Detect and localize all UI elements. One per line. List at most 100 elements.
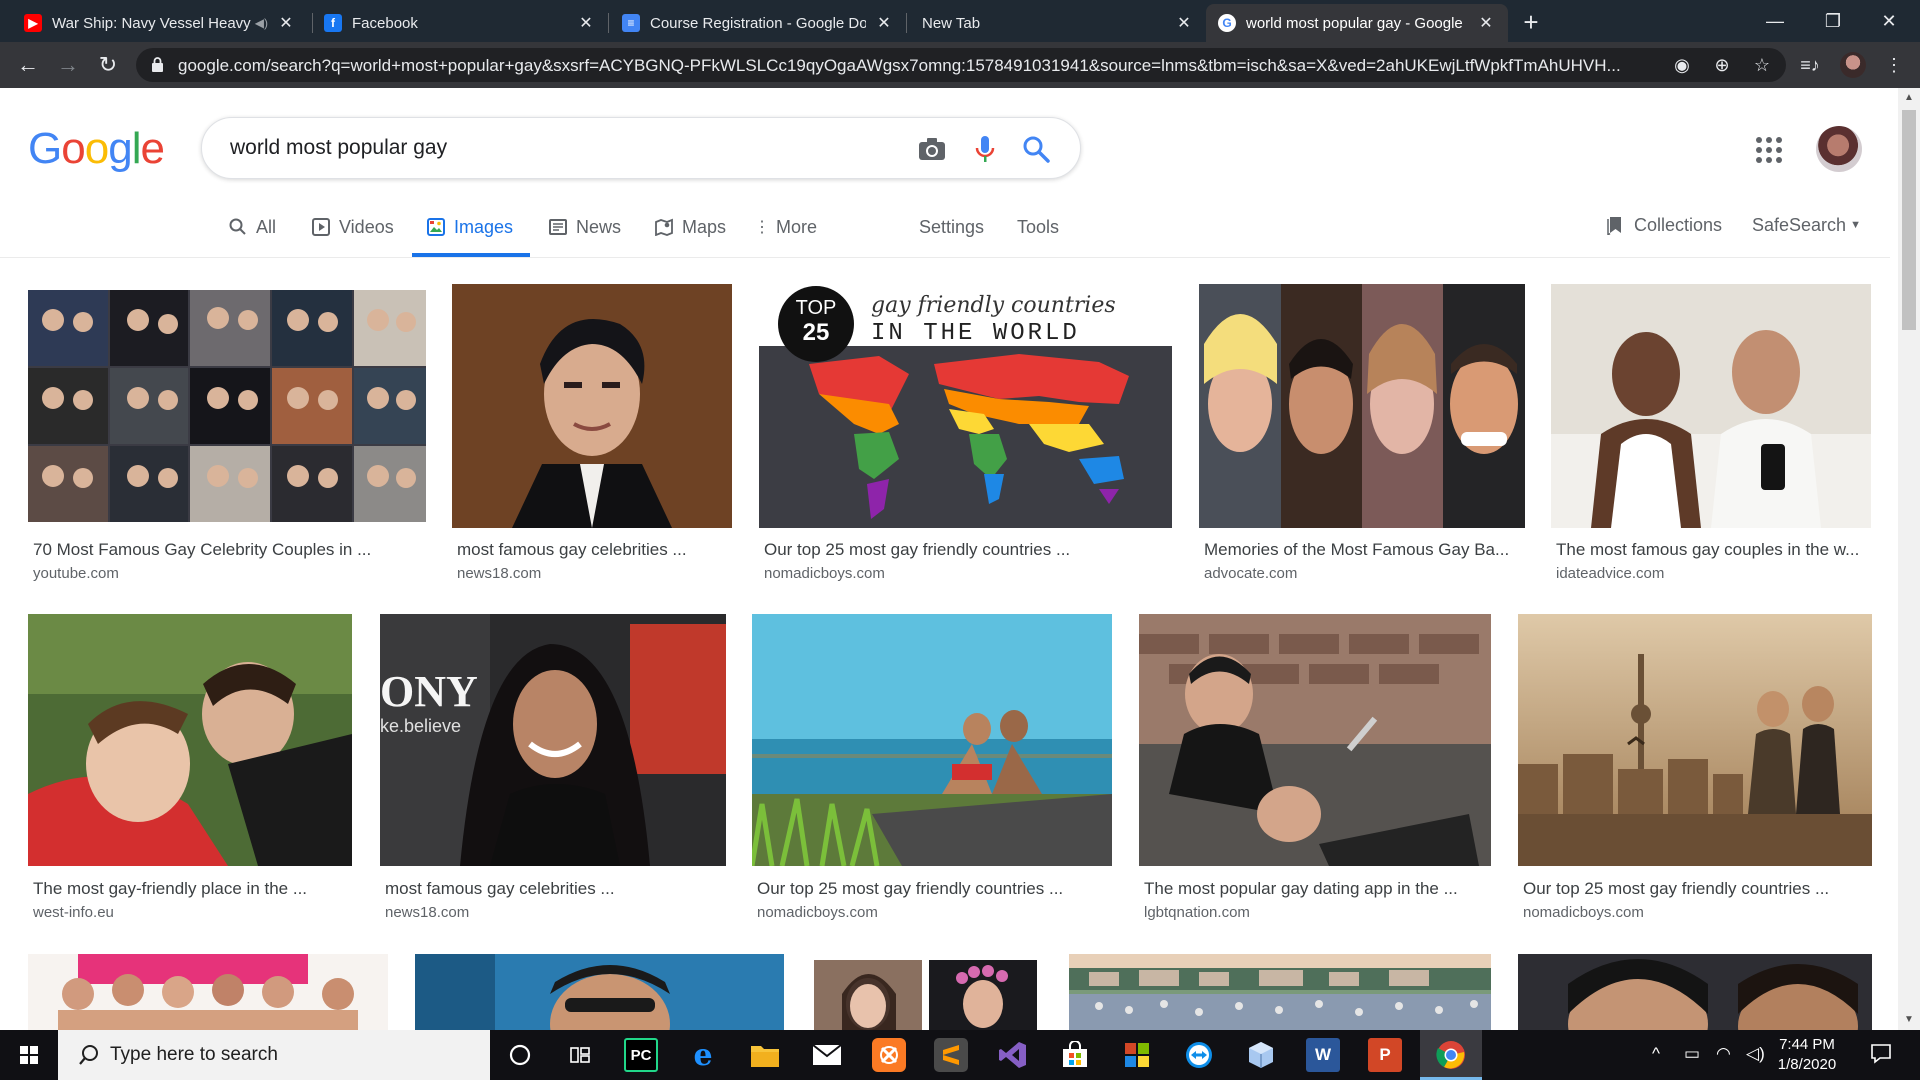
teamviewer-icon[interactable] xyxy=(1182,1038,1216,1072)
forward-button[interactable]: → xyxy=(52,49,84,81)
close-tab-icon[interactable]: ✕ xyxy=(576,13,596,33)
tab-videos[interactable]: Videos xyxy=(311,213,394,241)
task-view-icon[interactable] xyxy=(563,1038,597,1072)
browser-tab-facebook[interactable]: f Facebook ✕ xyxy=(312,4,608,42)
wifi-icon[interactable]: ◠ xyxy=(1716,1044,1731,1064)
file-explorer-icon[interactable] xyxy=(748,1038,782,1072)
reload-button[interactable]: ↻ xyxy=(92,49,124,81)
audio-playing-icon[interactable]: ◀) xyxy=(255,16,268,30)
result-title[interactable]: The most famous gay couples in the w... xyxy=(1556,540,1868,560)
result-source[interactable]: nomadicboys.com xyxy=(757,904,878,921)
word-icon[interactable]: W xyxy=(1306,1038,1340,1072)
result-source[interactable]: nomadicboys.com xyxy=(1523,904,1644,921)
menu-dots-icon[interactable]: ⋮ xyxy=(1880,51,1908,79)
result-thumbnail[interactable] xyxy=(1199,284,1525,528)
result-title[interactable]: The most gay-friendly place in the ... xyxy=(33,879,349,899)
winrar-icon[interactable] xyxy=(1120,1038,1154,1072)
page-scrollbar[interactable]: ▲ ▼ xyxy=(1898,88,1920,1030)
new-tab-button[interactable]: + xyxy=(1516,8,1546,38)
image-result[interactable]: Our top 25 most gay friendly countries .… xyxy=(752,614,1112,928)
image-result[interactable]: The most gay-friendly place in the ... w… xyxy=(28,614,352,928)
tab-images[interactable]: Images xyxy=(426,213,513,241)
image-result[interactable]: TOP 25 gay friendly countries IN THE WOR… xyxy=(759,284,1172,590)
location-target-icon[interactable]: ◉ xyxy=(1670,53,1694,77)
result-title[interactable]: Our top 25 most gay friendly countries .… xyxy=(1523,879,1869,899)
result-thumbnail[interactable] xyxy=(1139,614,1491,866)
tab-news[interactable]: News xyxy=(548,213,621,241)
result-source[interactable]: news18.com xyxy=(385,904,469,921)
taskbar-search-box[interactable]: Type here to search xyxy=(58,1030,490,1080)
close-tab-icon[interactable]: ✕ xyxy=(874,13,894,33)
close-tab-icon[interactable]: ✕ xyxy=(276,13,296,33)
scroll-down-arrow-icon[interactable]: ▼ xyxy=(1898,1010,1920,1030)
store-icon[interactable] xyxy=(1058,1038,1092,1072)
result-source[interactable]: youtube.com xyxy=(33,565,119,582)
result-thumbnail[interactable] xyxy=(452,284,732,528)
collections-link[interactable]: Collections xyxy=(1606,211,1722,239)
powerpoint-icon[interactable]: P xyxy=(1368,1038,1402,1072)
result-thumbnail[interactable] xyxy=(752,614,1112,866)
battery-icon[interactable]: ▭ xyxy=(1684,1044,1700,1064)
image-result[interactable]: The most popular gay dating app in the .… xyxy=(1139,614,1491,928)
xampp-icon[interactable] xyxy=(872,1038,906,1072)
profile-avatar[interactable] xyxy=(1840,52,1866,78)
result-thumbnail[interactable] xyxy=(1069,954,1491,1030)
tab-more[interactable]: ⋮ More xyxy=(754,213,817,241)
browser-tab-active[interactable]: G world most popular gay - Google ✕ xyxy=(1206,4,1508,42)
result-source[interactable]: nomadicboys.com xyxy=(764,565,885,582)
tab-tools[interactable]: Tools xyxy=(1017,213,1059,241)
safesearch-dropdown[interactable]: SafeSearch ▼ xyxy=(1752,211,1861,239)
search-box[interactable]: world most popular gay xyxy=(201,117,1081,179)
result-title[interactable]: Our top 25 most gay friendly countries .… xyxy=(764,540,1169,560)
google-logo[interactable]: Google xyxy=(28,124,165,174)
sublime-text-icon[interactable] xyxy=(934,1038,968,1072)
result-thumbnail[interactable]: TOP 25 gay friendly countries IN THE WOR… xyxy=(759,284,1172,528)
browser-tab-youtube[interactable]: ▶ War Ship: Navy Vessel Heavy ◀) ✕ xyxy=(12,4,308,42)
result-source[interactable]: idateadvice.com xyxy=(1556,565,1664,582)
browser-tab-new-tab[interactable]: New Tab ✕ xyxy=(910,4,1206,42)
image-result[interactable]: ONY ke.believe most famous gay celebriti… xyxy=(380,614,726,928)
google-apps-icon[interactable] xyxy=(1756,137,1786,167)
lock-icon[interactable] xyxy=(152,57,163,72)
pycharm-icon[interactable]: PC xyxy=(624,1038,658,1072)
back-button[interactable]: ← xyxy=(12,49,44,81)
microphone-icon[interactable] xyxy=(969,133,1001,165)
minimize-button[interactable]: — xyxy=(1752,6,1798,36)
windows-start-button[interactable] xyxy=(0,1030,58,1080)
image-result[interactable]: The most famous gay couples in the w... … xyxy=(1551,284,1871,590)
image-result[interactable] xyxy=(1069,954,1491,1030)
mail-icon[interactable] xyxy=(810,1038,844,1072)
notifications-icon[interactable] xyxy=(1870,1042,1892,1069)
close-window-button[interactable]: ✕ xyxy=(1866,6,1912,36)
result-thumbnail[interactable] xyxy=(1551,284,1871,528)
scroll-up-arrow-icon[interactable]: ▲ xyxy=(1898,88,1920,108)
visual-studio-icon[interactable] xyxy=(996,1038,1030,1072)
result-thumbnail[interactable] xyxy=(28,290,426,522)
image-result[interactable] xyxy=(1518,954,1872,1030)
show-hidden-icons-chevron-icon[interactable]: ^ xyxy=(1652,1044,1660,1064)
image-result[interactable]: Memories of the Most Famous Gay Ba... ad… xyxy=(1199,284,1525,590)
result-source[interactable]: advocate.com xyxy=(1204,565,1297,582)
result-thumbnail[interactable] xyxy=(1518,614,1872,866)
image-result[interactable]: most famous gay celebrities ... news18.c… xyxy=(452,284,732,590)
search-query[interactable]: world most popular gay xyxy=(230,136,447,160)
result-thumbnail[interactable] xyxy=(415,954,784,1030)
tab-settings[interactable]: Settings xyxy=(919,213,984,241)
result-title[interactable]: Memories of the Most Famous Gay Ba... xyxy=(1204,540,1522,560)
result-title[interactable]: 70 Most Famous Gay Celebrity Couples in … xyxy=(33,540,423,560)
google-account-avatar[interactable] xyxy=(1816,126,1862,172)
maximize-button[interactable]: ❐ xyxy=(1810,6,1856,36)
image-result[interactable] xyxy=(415,954,784,1030)
result-thumbnail[interactable] xyxy=(812,954,1041,1030)
edge-icon[interactable]: e xyxy=(686,1038,720,1073)
result-source[interactable]: news18.com xyxy=(457,565,541,582)
camera-icon[interactable] xyxy=(916,133,948,165)
tab-maps[interactable]: Maps xyxy=(654,213,726,241)
result-thumbnail[interactable] xyxy=(1518,954,1872,1030)
zoom-icon[interactable]: ⊕ xyxy=(1710,53,1734,77)
result-source[interactable]: lgbtqnation.com xyxy=(1144,904,1250,921)
image-result[interactable] xyxy=(28,954,388,1030)
cortana-icon[interactable] xyxy=(503,1038,537,1072)
chrome-icon[interactable] xyxy=(1434,1038,1468,1072)
virtualbox-icon[interactable] xyxy=(1244,1038,1278,1072)
